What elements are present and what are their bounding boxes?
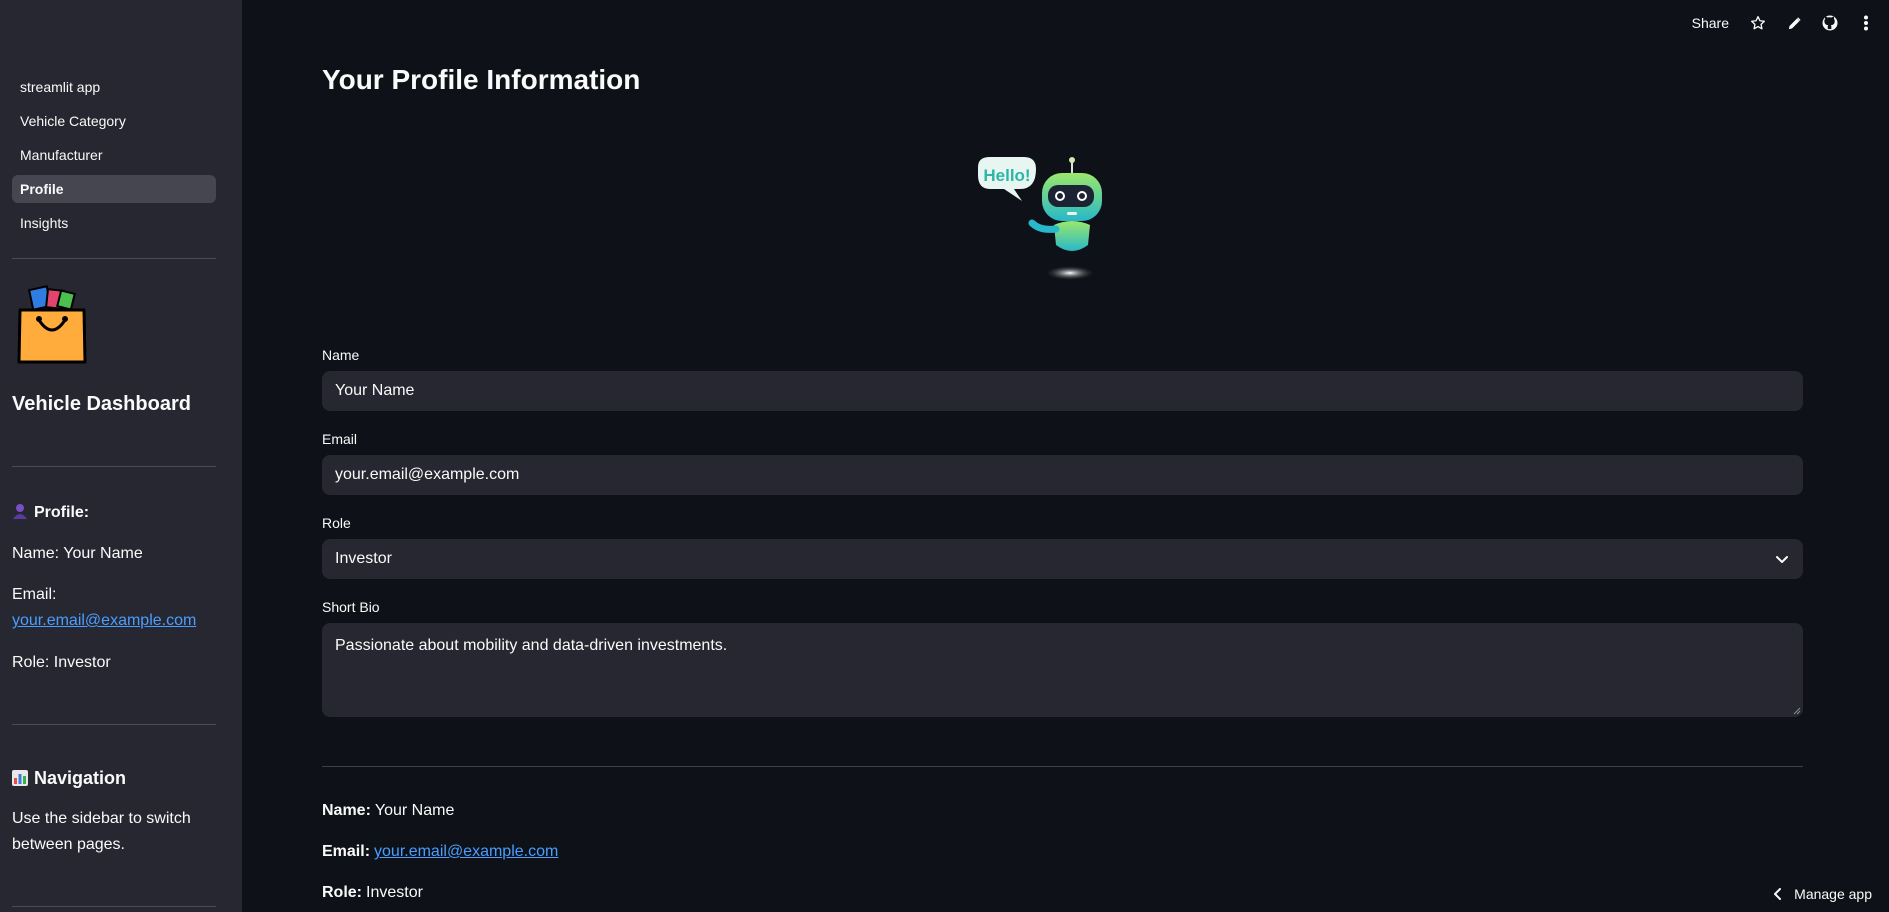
summary-email-link[interactable]: your.email@example.com [374, 843, 558, 860]
bio-field-label: Short Bio [322, 599, 380, 615]
name-input-value: Your Name [335, 382, 415, 399]
role-field-label: Role [322, 515, 351, 531]
sidebar-item-insights[interactable]: Insights [12, 209, 216, 237]
sidebar-item-vehicle-category[interactable]: Vehicle Category [12, 107, 216, 135]
name-field-label: Name [322, 347, 360, 363]
email-input-value: your.email@example.com [335, 466, 520, 483]
chevron-left-icon [1774, 888, 1782, 900]
chevron-down-icon[interactable] [1774, 551, 1790, 567]
robot-illustration: Hello! [978, 157, 1102, 280]
bar-chart-icon [12, 770, 28, 786]
email-field-label: Email [322, 431, 358, 447]
bio-textarea-value: Passionate about mobility and data-drive… [335, 637, 728, 654]
role-select-value: Investor [335, 550, 392, 567]
sidebar-email-label: Email: [12, 586, 57, 603]
sidebar-item-manufacturer[interactable]: Manufacturer [12, 141, 216, 169]
more-icon[interactable] [1857, 14, 1875, 32]
sidebar-nav-help-line1: Use the sidebar to switch [12, 810, 191, 827]
summary-name-label: Name: [322, 802, 371, 819]
sidebar-nav-help-line2: between pages. [12, 836, 125, 853]
summary-email-label: Email: [322, 843, 371, 860]
resize-handle-icon[interactable] [1791, 705, 1801, 715]
sidebar-role-line: Role: Investor [12, 654, 111, 671]
name-input[interactable]: Your Name [322, 371, 1803, 411]
sidebar-profile-heading: Profile: [12, 500, 89, 526]
sidebar-divider [12, 724, 216, 725]
sidebar-email-link[interactable]: your.email@example.com [12, 608, 196, 634]
summary-role-value: Investor [366, 884, 423, 901]
edit-icon[interactable] [1785, 14, 1803, 32]
sidebar-divider [12, 258, 216, 259]
summary-email: Email: your.email@example.com [322, 843, 558, 861]
sidebar-navigation-heading-text: Navigation [34, 768, 127, 788]
email-input[interactable]: your.email@example.com [322, 455, 1803, 495]
sidebar-divider [12, 466, 216, 467]
sidebar-item-profile[interactable]: Profile [12, 175, 216, 203]
shopping-bag-icon [17, 285, 87, 364]
sidebar-item-streamlit-app[interactable]: streamlit app [12, 73, 216, 101]
speech-bubble-text: Hello! [983, 166, 1030, 185]
sidebar-profile-heading-text: Profile: [34, 504, 90, 521]
star-icon[interactable] [1749, 14, 1767, 32]
github-icon[interactable] [1821, 14, 1839, 32]
manage-app-button[interactable]: Manage app [1772, 886, 1872, 902]
sidebar-divider [12, 906, 216, 907]
share-button[interactable]: Share [1692, 15, 1729, 31]
bio-textarea[interactable]: Passionate about mobility and data-drive… [322, 623, 1803, 717]
page-title: Your Profile Information [322, 64, 641, 95]
toolbar: Share [1692, 12, 1875, 34]
summary-role: Role: Investor [322, 884, 423, 902]
summary-name: Name: Your Name [322, 802, 454, 820]
sidebar-navigation-heading: Navigation [12, 765, 126, 791]
manage-app-label: Manage app [1794, 886, 1872, 902]
content-divider [322, 766, 1803, 767]
summary-name-value: Your Name [374, 802, 455, 819]
sidebar-title: Vehicle Dashboard [12, 393, 191, 415]
summary-role-label: Role: [322, 884, 362, 901]
user-icon [13, 504, 27, 519]
role-select[interactable]: Investor [322, 539, 1803, 579]
sidebar: streamlit app Vehicle Category Manufactu… [0, 0, 242, 912]
sidebar-name-line: Name: Your Name [12, 545, 143, 562]
sidebar-nav: streamlit app Vehicle Category Manufactu… [12, 73, 216, 243]
